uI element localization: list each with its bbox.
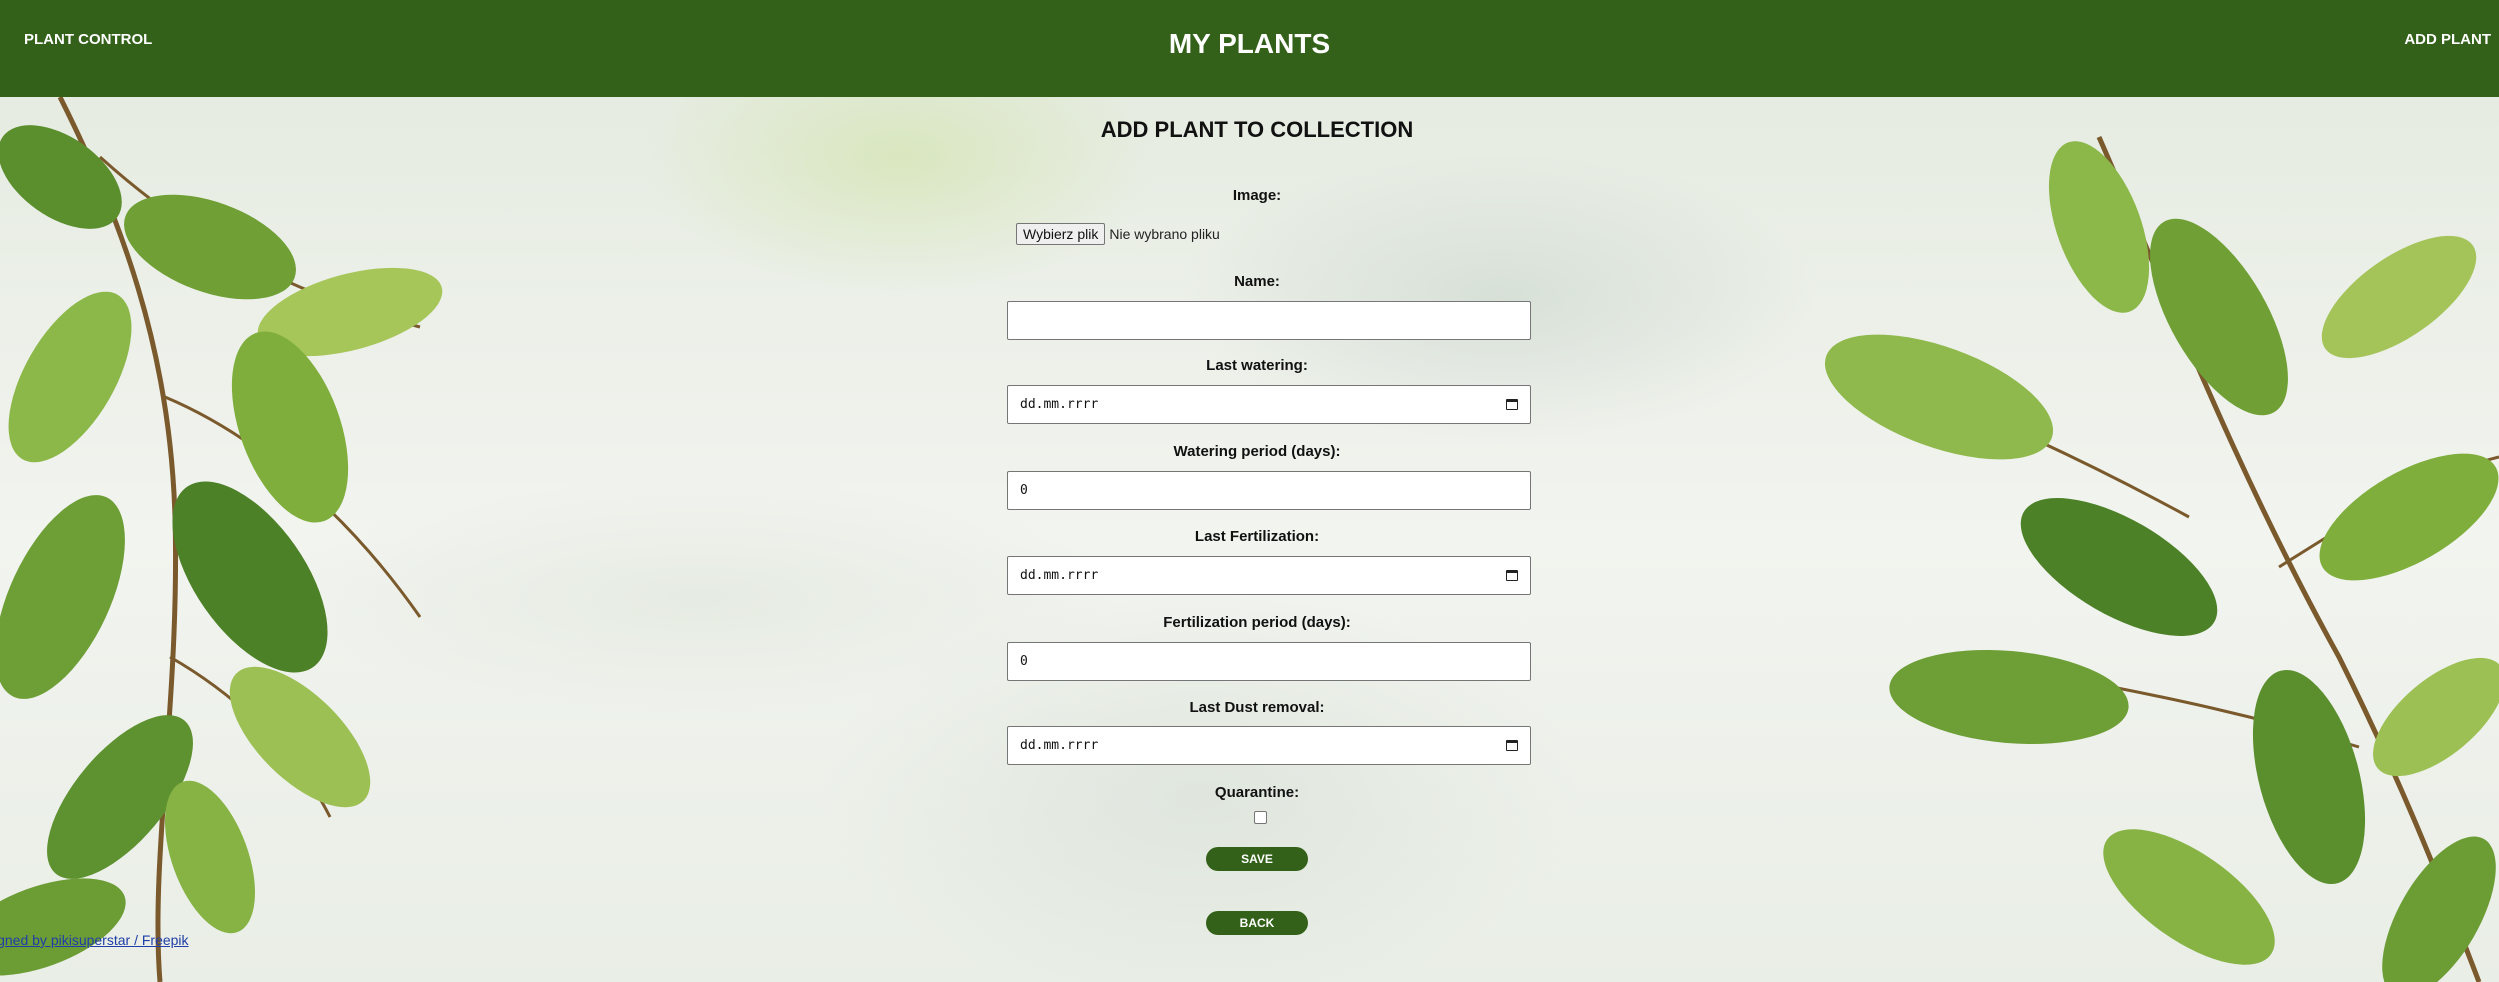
top-navbar: PLANT CONTROL MY PLANTS ADD PLANT xyxy=(0,0,2499,97)
choose-file-button[interactable]: Wybierz plik xyxy=(1016,223,1106,245)
file-status-text: Nie wybrano pliku xyxy=(1109,226,1220,242)
watering-period-value: 0 xyxy=(1020,483,1028,498)
last-watering-date-input[interactable]: dd.mm.rrrr xyxy=(1007,385,1531,424)
last-watering-label: Last watering: xyxy=(1206,357,1308,374)
last-dust-removal-label: Last Dust removal: xyxy=(1189,699,1325,716)
freepik-credit-link[interactable]: igned by pikisuperstar / Freepik xyxy=(0,932,189,948)
fertilization-period-input[interactable]: 0 xyxy=(1007,642,1531,681)
calendar-icon[interactable] xyxy=(1506,740,1518,751)
calendar-icon[interactable] xyxy=(1506,570,1518,581)
last-dust-removal-date-input[interactable]: dd.mm.rrrr xyxy=(1007,726,1531,765)
name-label: Name: xyxy=(1234,273,1280,290)
leaves-right-decoration xyxy=(1824,135,2499,982)
image-label: Image: xyxy=(1232,187,1282,204)
save-button[interactable]: SAVE xyxy=(1206,847,1308,871)
watering-period-label: Watering period (days): xyxy=(1173,443,1341,460)
add-plant-link[interactable]: ADD PLANT xyxy=(2404,31,2491,48)
name-input[interactable] xyxy=(1007,301,1531,340)
last-dust-removal-value: dd.mm.rrrr xyxy=(1020,738,1099,753)
image-file-input[interactable]: Wybierz plik Nie wybrano pliku xyxy=(1016,223,1220,245)
page-title: MY PLANTS xyxy=(1168,28,1331,59)
last-fertilization-value: dd.mm.rrrr xyxy=(1020,568,1099,583)
back-button[interactable]: BACK xyxy=(1206,911,1308,935)
quarantine-label: Quarantine: xyxy=(1214,784,1300,801)
fertilization-period-label: Fertilization period (days): xyxy=(1163,614,1351,631)
calendar-icon[interactable] xyxy=(1506,399,1518,410)
quarantine-checkbox[interactable] xyxy=(1254,811,1267,824)
last-fertilization-date-input[interactable]: dd.mm.rrrr xyxy=(1007,556,1531,595)
last-fertilization-label: Last Fertilization: xyxy=(1194,528,1320,545)
fertilization-period-value: 0 xyxy=(1020,654,1028,669)
last-watering-value: dd.mm.rrrr xyxy=(1020,397,1099,412)
form-title: ADD PLANT TO COLLECTION xyxy=(1100,117,1414,142)
watering-period-input[interactable]: 0 xyxy=(1007,471,1531,510)
leaves-left-decoration xyxy=(0,97,443,982)
